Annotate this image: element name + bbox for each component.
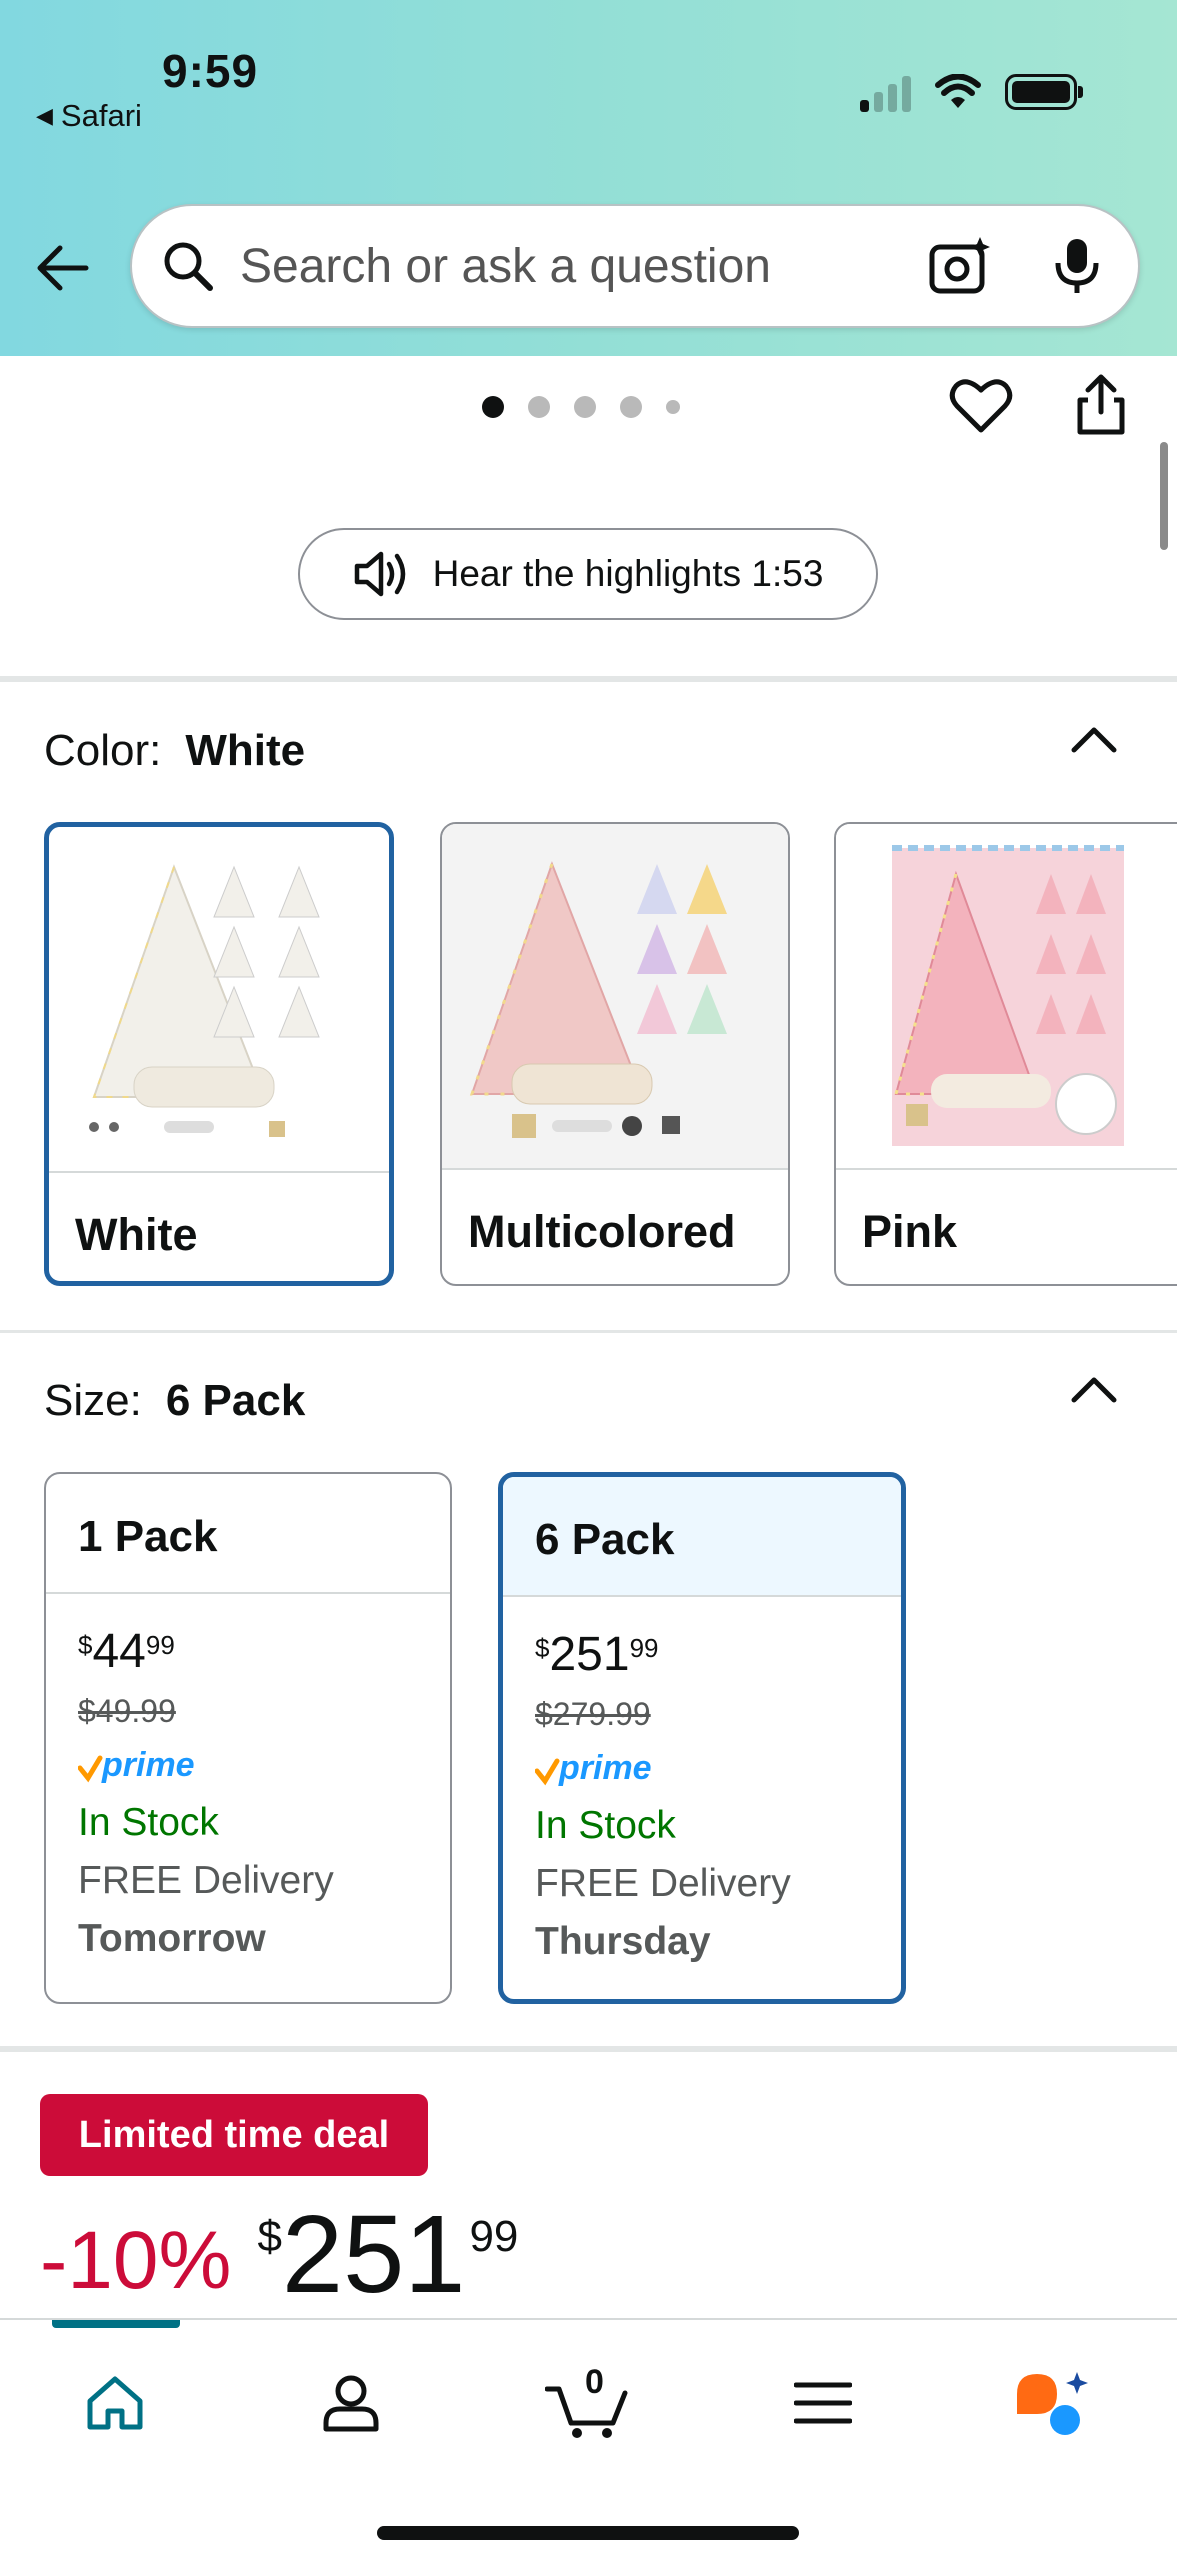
pagination-dot[interactable]: [528, 396, 550, 418]
color-label: Color: White: [44, 726, 306, 775]
active-tab-indicator: [52, 2320, 180, 2328]
home-icon: [87, 2376, 143, 2430]
size-option-name: 6 Pack: [503, 1477, 901, 1597]
cellular-signal-icon: [860, 72, 911, 112]
pagination-dot[interactable]: [620, 396, 642, 418]
pagination-dot[interactable]: [482, 396, 504, 418]
section-divider: [0, 1330, 1177, 1333]
size-label: Size: 6 Pack: [44, 1376, 306, 1425]
discount-percent: -10%: [40, 2215, 232, 2306]
size-option-list-price: $279.99: [535, 1696, 651, 1732]
tab-home[interactable]: [70, 2358, 160, 2448]
stock-status: In Stock: [78, 1801, 219, 1844]
deal-price: $ 251 99: [257, 2193, 519, 2316]
search-bar[interactable]: Search or ask a question: [130, 204, 1140, 328]
svg-text:0: 0: [585, 2365, 604, 2401]
size-option-price: $44 99: [78, 1625, 175, 1678]
pagination-dot[interactable]: [666, 400, 680, 414]
color-option-label: Multicolored: [468, 1206, 736, 1257]
svg-text:prime: prime: [558, 1749, 652, 1787]
share-icon[interactable]: [1068, 372, 1134, 438]
color-option-label: White: [75, 1209, 198, 1260]
product-image-pink: [836, 824, 1177, 1170]
product-image-white: [49, 827, 389, 1173]
color-option-multicolored[interactable]: Multicolored: [440, 822, 790, 1286]
size-option-1-pack[interactable]: 1 Pack $44 99 $49.99 prime In Stock FREE …: [44, 1472, 452, 2004]
limited-time-deal-badge: Limited time deal: [40, 2094, 428, 2176]
wifi-icon: [935, 74, 981, 108]
color-selected-value: White: [185, 726, 306, 775]
cart-icon: 0: [545, 2365, 628, 2438]
account-icon: [323, 2375, 379, 2432]
size-selected-value: 6 Pack: [165, 1376, 306, 1425]
size-option-price: $251 99: [535, 1628, 659, 1681]
deal-price-row: -10% $ 251 99: [40, 2196, 518, 2310]
color-option-label: Pink: [862, 1206, 958, 1257]
speaker-icon: [354, 551, 405, 597]
scrollbar[interactable]: [1160, 442, 1168, 550]
hear-highlights-label: Hear the highlights 1:53: [432, 553, 824, 594]
delivery-text: FREE Delivery: [535, 1862, 791, 1905]
battery-icon: [1005, 74, 1083, 110]
search-input[interactable]: Search or ask a question: [240, 239, 928, 294]
menu-icon: [794, 2382, 852, 2424]
back-triangle-icon: ◀: [36, 103, 53, 128]
delivery-text: FREE Delivery: [78, 1859, 334, 1902]
back-arrow-icon[interactable]: [32, 238, 92, 298]
section-divider: [0, 676, 1177, 682]
color-option-white[interactable]: White: [44, 822, 394, 1286]
delivery-day: Thursday: [535, 1920, 711, 1963]
size-option-name: 1 Pack: [46, 1474, 450, 1594]
back-app-label: Safari: [60, 98, 142, 133]
prime-logo-icon: prime: [534, 1749, 652, 1787]
heart-icon[interactable]: [948, 372, 1014, 438]
size-option-list-price: $49.99: [78, 1693, 176, 1729]
chevron-up-icon[interactable]: [1068, 718, 1120, 758]
image-pagination-dots[interactable]: [482, 396, 680, 418]
tab-account[interactable]: [306, 2358, 396, 2448]
prime-logo-icon: prime: [77, 1746, 195, 1784]
stock-status: In Stock: [535, 1804, 676, 1847]
chevron-up-icon[interactable]: [1068, 1368, 1120, 1408]
search-icon: [164, 242, 213, 291]
status-time: 9:59: [162, 45, 259, 97]
tab-rufus[interactable]: [1008, 2358, 1098, 2448]
rufus-icon: [1017, 2372, 1088, 2435]
status-icons: [860, 72, 1083, 112]
product-image-multicolored: [442, 824, 788, 1170]
pagination-dot[interactable]: [574, 396, 596, 418]
size-option-6-pack[interactable]: 6 Pack $251 99 $279.99 prime In Stock FRE…: [498, 1472, 906, 2004]
tab-cart[interactable]: 0: [540, 2358, 636, 2448]
color-option-pink[interactable]: Pink: [834, 822, 1177, 1286]
svg-text:prime: prime: [101, 1746, 195, 1784]
section-divider: [0, 2046, 1177, 2052]
camera-search-icon[interactable]: [928, 235, 992, 297]
back-to-safari[interactable]: ◀ Safari: [36, 98, 142, 134]
hear-highlights-button[interactable]: Hear the highlights 1:53: [298, 528, 878, 620]
header: 9:59 ◀ Safari Search or ask a question: [0, 0, 1177, 356]
home-gesture-bar[interactable]: [377, 2526, 799, 2540]
microphone-icon[interactable]: [1052, 235, 1102, 297]
tab-menu[interactable]: [778, 2358, 868, 2448]
delivery-day: Tomorrow: [78, 1917, 266, 1960]
bottom-navigation: 0: [0, 2318, 1177, 2560]
